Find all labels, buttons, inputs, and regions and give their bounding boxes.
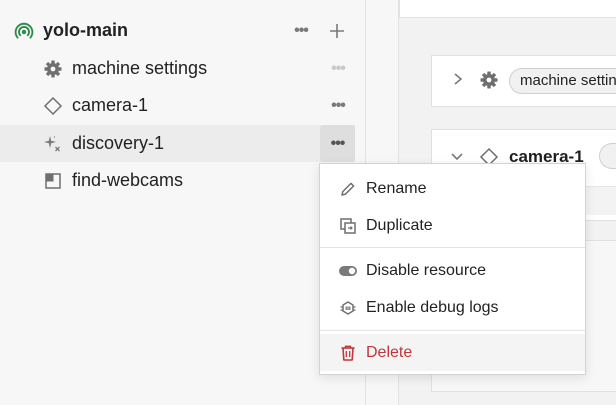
bug-icon (338, 298, 358, 318)
chevron-right-icon[interactable] (452, 72, 464, 91)
top-card (399, 0, 616, 18)
camera-1-model-pill (599, 143, 616, 169)
sidebar: yolo-main ••• machine settings ••• camer… (0, 0, 366, 405)
machine-settings-card[interactable]: machine settings (431, 55, 616, 107)
machine-settings-pill: machine settings (509, 68, 616, 94)
menu-item-label: Disable resource (366, 261, 487, 279)
duplicate-icon (338, 216, 358, 236)
menu-item-rename[interactable]: Rename (320, 170, 585, 207)
gear-icon (43, 59, 63, 79)
sidebar-item-label: machine settings (72, 58, 208, 78)
module-icon (43, 171, 63, 191)
menu-item-disable-resource[interactable]: Disable resource (320, 252, 585, 289)
sidebar-item-label: find-webcams (72, 170, 184, 190)
menu-item-label: Duplicate (366, 216, 433, 234)
menu-item-label: Delete (366, 343, 413, 361)
sidebar-item-discovery-1[interactable]: discovery-1 ••• (0, 125, 355, 162)
menu-divider (320, 247, 585, 248)
sidebar-item-camera-1[interactable]: camera-1 ••• (0, 87, 355, 124)
discovery-sparkle-icon (43, 134, 63, 154)
menu-item-enable-debug-logs[interactable]: Enable debug logs (320, 289, 585, 326)
discovery-1-more-button[interactable]: ••• (320, 125, 355, 162)
camera-1-more-button[interactable]: ••• (325, 95, 351, 117)
machine-settings-more-button[interactable]: ••• (325, 58, 351, 80)
diamond-icon (43, 96, 63, 116)
gear-icon (479, 70, 499, 95)
machine-name: yolo-main (43, 20, 129, 40)
online-status-icon (14, 21, 34, 41)
menu-divider (320, 330, 585, 331)
sidebar-item-label: camera-1 (72, 95, 149, 115)
sidebar-item-find-webcams[interactable]: find-webcams (0, 162, 355, 199)
machine-more-button[interactable]: ••• (288, 20, 314, 42)
menu-item-label: Rename (366, 179, 427, 197)
sidebar-item-label: discovery-1 (72, 133, 165, 153)
machine-row[interactable]: yolo-main ••• (0, 12, 355, 49)
menu-item-duplicate[interactable]: Duplicate (320, 207, 585, 244)
pencil-icon (338, 179, 358, 199)
add-icon[interactable] (327, 21, 347, 41)
toggle-icon (338, 261, 358, 281)
sidebar-item-machine-settings[interactable]: machine settings ••• (0, 50, 355, 87)
menu-item-label: Enable debug logs (366, 298, 499, 316)
resource-context-menu: Rename Duplicate Disable resource Enable… (319, 163, 586, 375)
trash-icon (338, 343, 358, 363)
menu-item-delete[interactable]: Delete (320, 334, 585, 371)
